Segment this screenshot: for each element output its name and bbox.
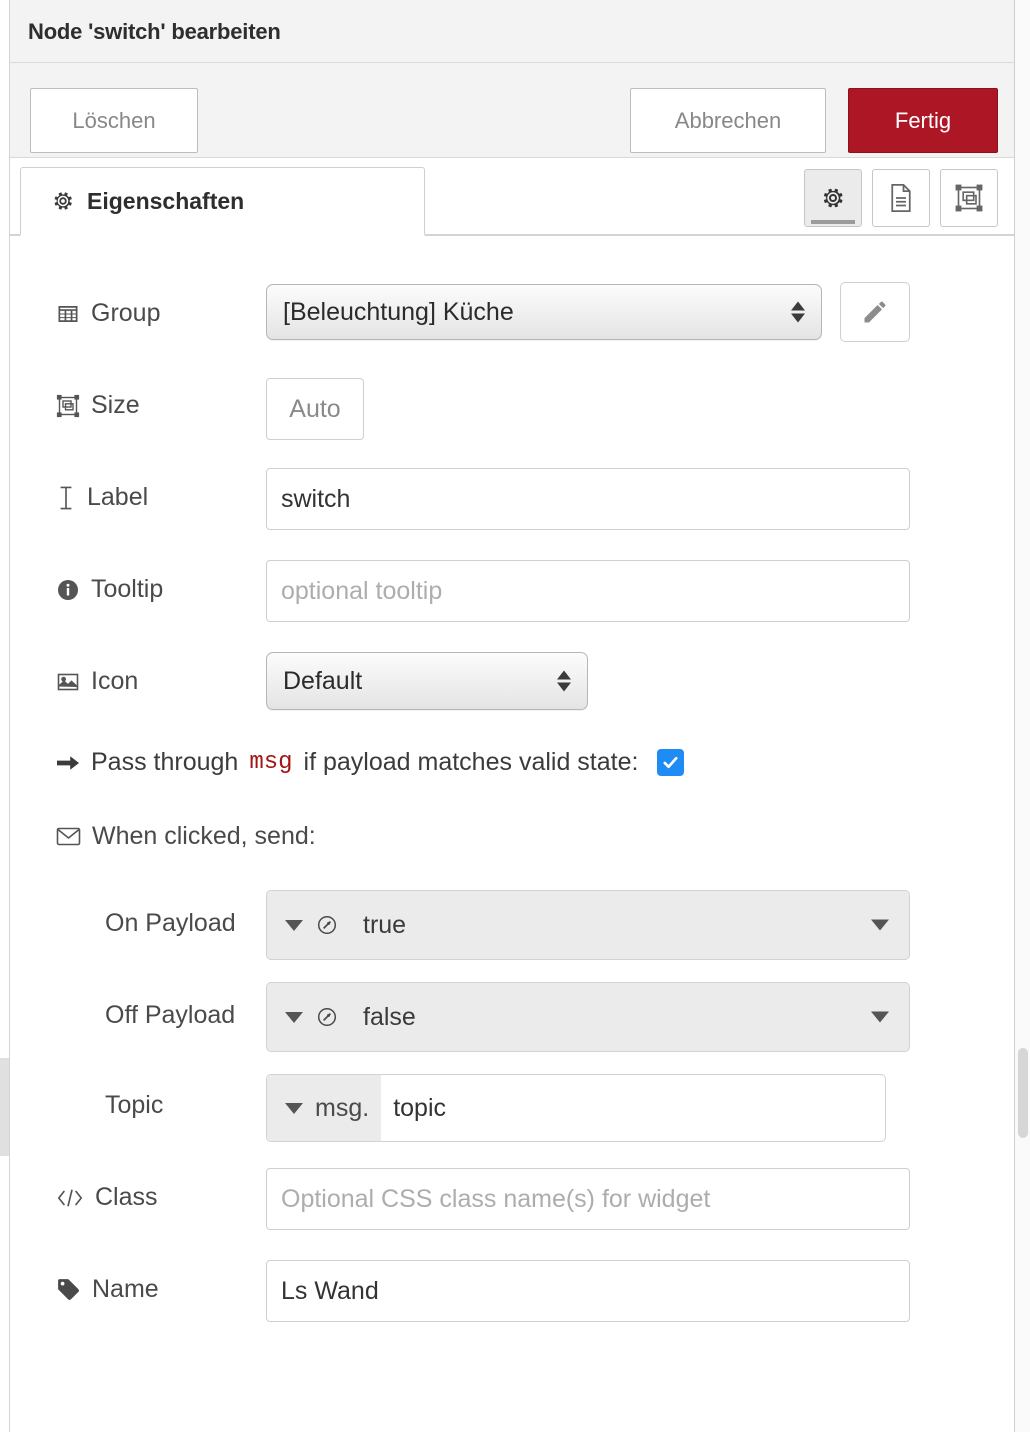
icon-field-label: Icon <box>56 667 138 696</box>
gear-icon <box>51 189 75 213</box>
icon-field-label-text: Icon <box>91 667 139 695</box>
label-field-label-text: Label <box>87 483 149 511</box>
topic-input[interactable] <box>381 1075 885 1141</box>
size-label-text: Size <box>91 391 140 419</box>
size-label: Size <box>56 391 140 420</box>
chevron-down-icon[interactable] <box>285 919 303 931</box>
label-input[interactable] <box>266 468 910 530</box>
group-label: Group <box>56 299 160 328</box>
group-edit-button[interactable] <box>840 282 910 342</box>
document-icon <box>888 183 914 213</box>
appearance-icon <box>955 184 983 212</box>
name-label-text: Name <box>92 1275 159 1303</box>
scrollbar-thumb[interactable] <box>1018 1048 1028 1138</box>
tooltip-label: Tooltip <box>56 575 163 604</box>
off-payload-label-text: Off Payload <box>105 1001 236 1029</box>
boolean-icon <box>315 913 339 937</box>
chevron-down-icon[interactable] <box>871 919 889 931</box>
group-select-value: [Beleuchtung] Küche <box>283 297 514 326</box>
info-icon <box>56 578 80 602</box>
dialog-title: Node 'switch' bearbeiten <box>28 19 281 44</box>
class-input[interactable] <box>266 1168 910 1230</box>
icon-select-value: Default <box>283 666 363 695</box>
node-edit-dialog: Node 'switch' bearbeiten Löschen Abbrech… <box>0 0 1030 1432</box>
tooltip-input[interactable] <box>266 560 910 622</box>
dialog-button-bar: Löschen Abbrechen Fertig <box>10 63 1014 158</box>
tab-bar: Eigenschaften <box>10 158 1014 236</box>
off-payload-typed-input[interactable]: false <box>266 982 910 1052</box>
topic-label-text: Topic <box>105 1091 164 1119</box>
boolean-icon <box>315 1005 339 1029</box>
dialog-titlebar: Node 'switch' bearbeiten <box>10 0 1014 63</box>
pencil-icon <box>861 298 889 326</box>
topic-label: Topic <box>105 1091 163 1120</box>
off-payload-value: false <box>363 1002 416 1031</box>
off-payload-label: Off Payload <box>105 1001 235 1030</box>
group-select[interactable]: [Beleuchtung] Küche <box>266 284 822 340</box>
properties-form: Group [Beleuchtung] Küche Size Auto Labe… <box>10 236 1014 1432</box>
chevron-down-icon[interactable] <box>285 1011 303 1023</box>
left-gutter <box>0 0 10 1432</box>
name-input[interactable] <box>266 1260 910 1322</box>
tab-properties[interactable]: Eigenschaften <box>20 167 425 236</box>
chevron-updown-icon <box>557 670 571 692</box>
group-label-text: Group <box>91 299 161 327</box>
arrow-right-icon <box>56 752 80 774</box>
resize-icon <box>56 394 80 418</box>
topic-typed-input[interactable]: msg. <box>266 1074 886 1142</box>
tooltip-label-text: Tooltip <box>91 575 164 603</box>
code-icon <box>56 1187 84 1209</box>
delete-button[interactable]: Löschen <box>30 88 198 153</box>
tag-icon <box>56 1277 81 1302</box>
chevron-updown-icon <box>791 301 805 323</box>
chevron-down-icon <box>285 1102 303 1114</box>
on-payload-label: On Payload <box>105 909 236 938</box>
on-payload-typed-input[interactable]: true <box>266 890 910 960</box>
passthrough-checkbox[interactable] <box>657 749 685 776</box>
image-icon <box>56 670 80 694</box>
cancel-button[interactable]: Abbrechen <box>630 88 826 153</box>
panel-resize-handle[interactable] <box>0 1058 9 1156</box>
passthrough-row: Pass through msg if payload matches vali… <box>56 748 685 777</box>
passthrough-code: msg <box>249 749 293 776</box>
dialog-panel: Node 'switch' bearbeiten Löschen Abbrech… <box>10 0 1014 1432</box>
done-button[interactable]: Fertig <box>848 88 998 153</box>
class-label: Class <box>56 1183 158 1212</box>
tab-tools <box>804 169 998 227</box>
icon-select[interactable]: Default <box>266 652 588 710</box>
when-clicked-row: When clicked, send: <box>56 822 316 851</box>
table-icon <box>56 302 80 326</box>
passthrough-text-before: Pass through <box>91 748 239 776</box>
label-field-label: Label <box>56 483 148 512</box>
topic-prefix-selector[interactable]: msg. <box>267 1075 382 1141</box>
chevron-down-icon[interactable] <box>871 1011 889 1023</box>
on-payload-value: true <box>363 910 407 939</box>
class-label-text: Class <box>95 1183 158 1211</box>
tool-description-button[interactable] <box>872 169 930 227</box>
size-button[interactable]: Auto <box>266 378 364 440</box>
name-label: Name <box>56 1275 159 1304</box>
tab-properties-label: Eigenschaften <box>87 187 245 214</box>
on-payload-label-text: On Payload <box>105 909 236 937</box>
vertical-scrollbar[interactable] <box>1014 0 1030 1432</box>
gear-icon <box>820 185 846 211</box>
topic-prefix-text: msg. <box>315 1093 370 1122</box>
passthrough-text-after: if payload matches valid state: <box>303 748 639 776</box>
tool-properties-button[interactable] <box>804 169 862 227</box>
envelope-icon <box>56 826 81 847</box>
tool-appearance-button[interactable] <box>940 169 998 227</box>
when-clicked-text: When clicked, send: <box>92 822 316 850</box>
text-cursor-icon <box>56 485 76 511</box>
